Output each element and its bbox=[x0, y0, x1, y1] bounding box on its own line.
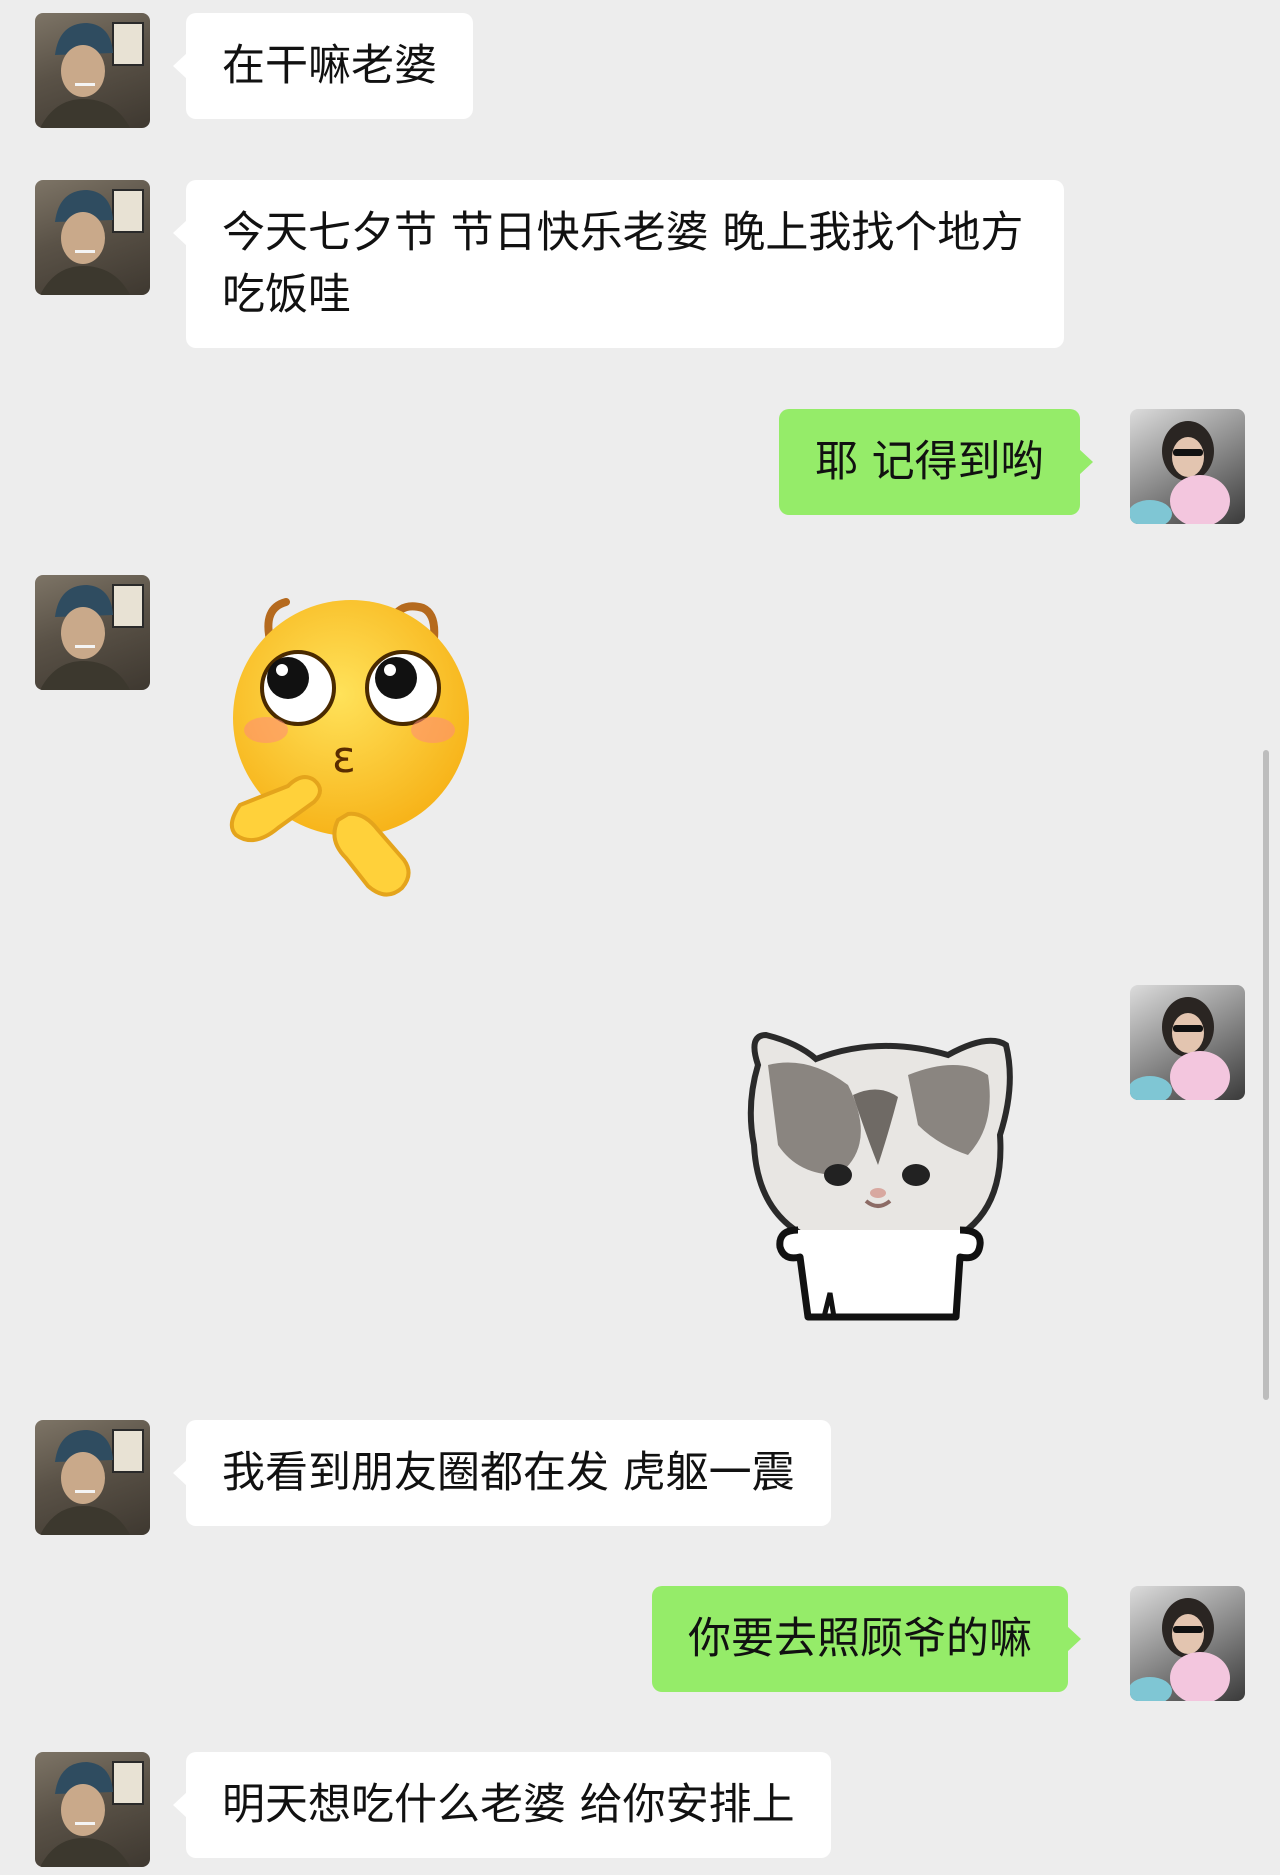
sticker-mouth: ɛ bbox=[332, 732, 356, 783]
message-bubble[interactable]: 在干嘛老婆 bbox=[173, 13, 473, 119]
my-avatar[interactable] bbox=[1130, 985, 1245, 1100]
contact-avatar[interactable] bbox=[35, 13, 150, 128]
message-text: 明天想吃什么老婆 给你安排上 bbox=[222, 1780, 795, 1830]
message-bubble[interactable]: 今天七夕节 节日快乐老婆 晚上我找个地方吃饭哇 bbox=[173, 180, 1064, 348]
contact-avatar[interactable] bbox=[35, 575, 150, 690]
message-bubble[interactable]: 耶 记得到哟 bbox=[779, 409, 1093, 515]
my-avatar[interactable] bbox=[1130, 409, 1245, 524]
cat-meme-sticker[interactable] bbox=[738, 1025, 1018, 1330]
message-text: 在干嘛老婆 bbox=[222, 41, 437, 91]
shy-kiss-emoji-sticker[interactable]: ɛ bbox=[218, 590, 478, 910]
message-bubble[interactable]: 你要去照顾爷的嘛 bbox=[652, 1586, 1081, 1692]
message-bubble[interactable]: 我看到朋友圈都在发 虎躯一震 bbox=[173, 1420, 831, 1526]
message-text: 今天七夕节 节日快乐老婆 晚上我找个地方吃饭哇 bbox=[222, 208, 1024, 320]
message-text: 你要去照顾爷的嘛 bbox=[688, 1614, 1032, 1664]
contact-avatar[interactable] bbox=[35, 1752, 150, 1867]
contact-avatar[interactable] bbox=[35, 180, 150, 295]
my-avatar[interactable] bbox=[1130, 1586, 1245, 1701]
contact-avatar[interactable] bbox=[35, 1420, 150, 1535]
scrollbar[interactable] bbox=[1263, 750, 1269, 1400]
message-text: 我看到朋友圈都在发 虎躯一震 bbox=[222, 1448, 795, 1498]
message-text: 耶 记得到哟 bbox=[815, 437, 1044, 487]
message-bubble[interactable]: 明天想吃什么老婆 给你安排上 bbox=[173, 1752, 831, 1858]
